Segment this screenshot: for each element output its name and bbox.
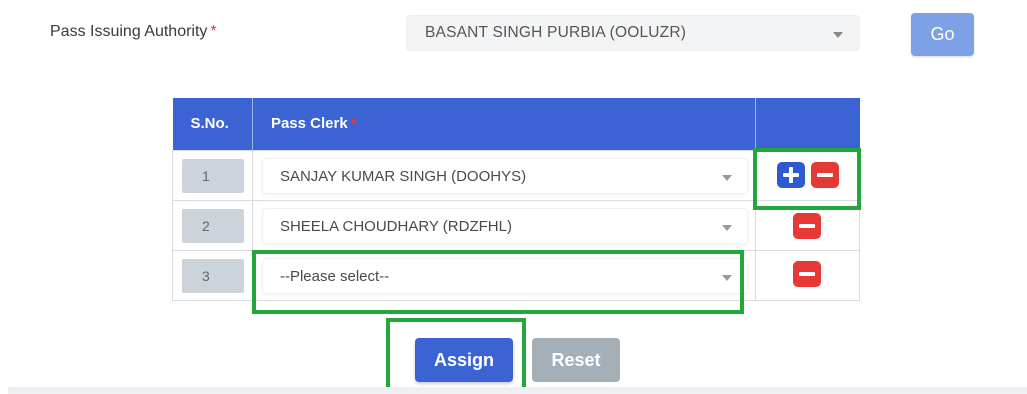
go-button[interactable]: Go bbox=[911, 13, 974, 56]
chevron-down-icon bbox=[721, 224, 732, 231]
pass-clerk-value: SHEELA CHOUDHARY (RDZFHL) bbox=[279, 217, 512, 235]
sno-cell: 3 bbox=[172, 249, 253, 301]
required-mark: * bbox=[210, 23, 217, 40]
authority-label: Pass Issuing Authority * bbox=[50, 23, 217, 40]
header-pass-clerk: Pass Clerk * bbox=[252, 98, 757, 150]
clerk-cell: SANJAY KUMAR SINGH (DOOHYS) bbox=[251, 149, 757, 201]
remove-icon[interactable] bbox=[793, 212, 822, 239]
header-sno: S.No. bbox=[172, 98, 253, 150]
clerk-cell: SHEELA CHOUDHARY (RDZFHL) bbox=[251, 199, 757, 251]
sno-cell: 2 bbox=[172, 199, 253, 251]
sno-value: 3 bbox=[182, 258, 244, 293]
reset-button[interactable]: Reset bbox=[532, 338, 620, 382]
authority-row: Pass Issuing Authority * BASANT SINGH PUR… bbox=[0, 0, 1027, 70]
chevron-down-icon bbox=[833, 32, 843, 38]
pass-clerk-select[interactable]: SANJAY KUMAR SINGH (DOOHYS) bbox=[261, 157, 748, 194]
authority-select[interactable]: BASANT SINGH PURBIA (OOLUZR) bbox=[406, 15, 860, 51]
assign-button[interactable]: Assign bbox=[415, 338, 513, 382]
table-header-row: S.No. Pass Clerk * bbox=[172, 98, 860, 150]
sno-cell: 1 bbox=[172, 149, 253, 201]
sno-value: 1 bbox=[182, 158, 244, 193]
pass-clerk-select[interactable]: SHEELA CHOUDHARY (RDZFHL) bbox=[261, 207, 748, 244]
header-actions bbox=[755, 98, 860, 150]
chevron-down-icon bbox=[721, 174, 732, 181]
sno-value: 2 bbox=[182, 208, 244, 243]
pass-clerk-value: SANJAY KUMAR SINGH (DOOHYS) bbox=[279, 167, 527, 185]
highlight-box-select bbox=[252, 250, 744, 314]
highlight-box-actions bbox=[753, 148, 861, 210]
authority-select-value: BASANT SINGH PURBIA (OOLUZR) bbox=[425, 24, 687, 41]
footer-divider bbox=[8, 387, 1027, 394]
required-mark: * bbox=[350, 115, 357, 133]
remove-icon[interactable] bbox=[793, 260, 822, 287]
action-cell bbox=[755, 249, 860, 301]
